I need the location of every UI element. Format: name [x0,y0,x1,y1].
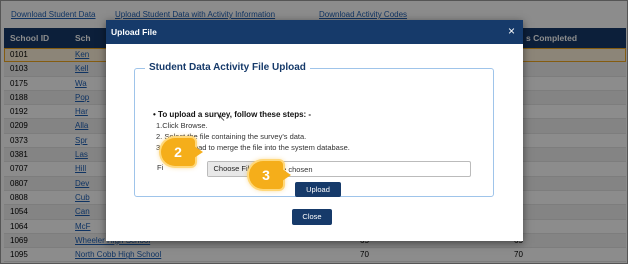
file-label: Fi [157,163,164,172]
fieldset-legend: Student Data Activity File Upload [145,62,310,73]
step-callout-3: 3 [249,161,291,189]
modal-header: Upload File × [106,20,523,44]
step-callout-2: 2 [161,138,203,166]
modal-title: Upload File [111,27,157,37]
file-input[interactable]: Choose File No file chosen [207,161,471,177]
close-button[interactable]: Close [292,209,332,225]
instructions-title: • To upload a survey, follow these steps… [153,110,312,119]
upload-fieldset: Student Data Activity File Upload • To u… [134,62,494,197]
instruction-step: 1.Click Browse. [156,121,208,130]
close-icon[interactable]: × [508,25,515,37]
mouse-cursor-icon: ↖ [218,113,226,123]
app-frame: Download Student Data Upload Student Dat… [0,0,628,264]
upload-file-modal: Upload File × Student Data Activity File… [106,20,523,241]
upload-button[interactable]: Upload [295,182,341,197]
